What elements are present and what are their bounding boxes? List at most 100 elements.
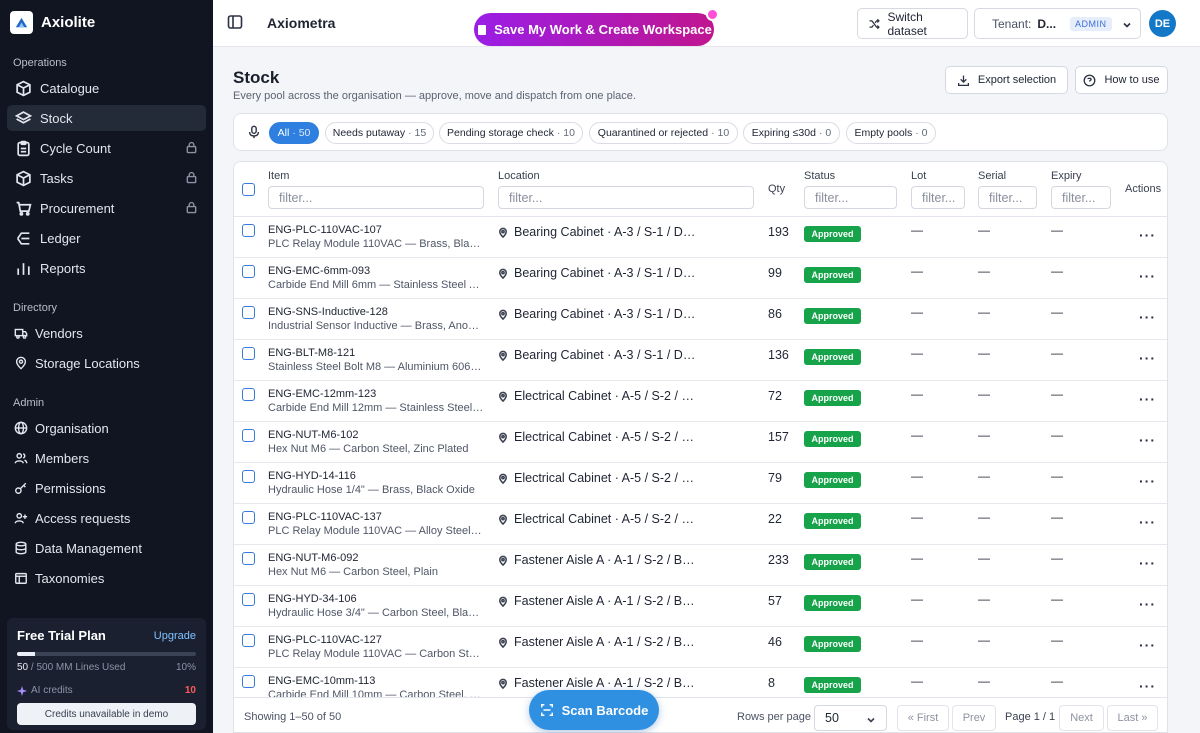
serial-filter-input[interactable]: filter... (978, 186, 1037, 209)
column-header-location[interactable]: Location (498, 170, 540, 182)
table-row[interactable]: ENG-NUT-M6-102 Hex Nut M6 — Carbon Steel,… (234, 422, 1167, 463)
more-actions-icon[interactable]: ··· (1139, 309, 1156, 325)
save-work-button[interactable]: Save My Work & Create Workspace (474, 13, 714, 46)
scan-barcode-button[interactable]: Scan Barcode (529, 690, 659, 730)
sidebar-item-procurement[interactable]: Procurement (7, 195, 206, 221)
sidebar-item-access-requests[interactable]: Access requests (7, 505, 206, 531)
sidebar-item-tasks[interactable]: Tasks (7, 165, 206, 191)
row-checkbox[interactable] (242, 347, 255, 360)
column-header-qty[interactable]: Qty (768, 183, 785, 195)
row-checkbox[interactable] (242, 265, 255, 278)
location-cell[interactable]: Fastener Aisle A · A-1 / S-2 / B-12 (498, 553, 698, 567)
table-row[interactable]: ENG-SNS-Inductive-128 Industrial Sensor I… (234, 299, 1167, 340)
sidebar-item-catalogue[interactable]: Catalogue (7, 75, 206, 101)
more-actions-icon[interactable]: ··· (1139, 350, 1156, 366)
item-sku[interactable]: ENG-SNS-Inductive-128 (268, 306, 388, 318)
row-checkbox[interactable] (242, 634, 255, 647)
filter-chip-empty-pools[interactable]: Empty pools · 0 (846, 122, 936, 144)
column-header-item[interactable]: Item (268, 170, 289, 182)
location-cell[interactable]: Electrical Cabinet · A-5 / S-2 / Bin (498, 471, 698, 485)
item-sku[interactable]: ENG-PLC-110VAC-107 (268, 224, 382, 236)
tenant-selector[interactable]: Tenant: D... ADMIN (974, 8, 1141, 39)
more-actions-icon[interactable]: ··· (1139, 227, 1156, 243)
location-filter-input[interactable]: filter... (498, 186, 754, 209)
more-actions-icon[interactable]: ··· (1139, 596, 1156, 612)
row-checkbox[interactable] (242, 306, 255, 319)
filter-chip-needs-putaway[interactable]: Needs putaway · 15 (325, 122, 434, 144)
first-page-button[interactable]: « First (897, 705, 949, 731)
item-sku[interactable]: ENG-HYD-14-116 (268, 470, 356, 482)
filter-chip-quarantined-or-rejected[interactable]: Quarantined or rejected · 10 (589, 122, 738, 144)
item-sku[interactable]: ENG-EMC-10mm-113 (268, 675, 375, 687)
sidebar-item-cycle-count[interactable]: Cycle Count (7, 135, 206, 161)
table-row[interactable]: ENG-HYD-14-116 Hydraulic Hose 1/4" — Bras… (234, 463, 1167, 504)
row-checkbox[interactable] (242, 675, 255, 688)
breadcrumb[interactable]: Axiometra (267, 15, 335, 31)
table-row[interactable]: ENG-BLT-M8-121 Stainless Steel Bolt M8 — … (234, 340, 1167, 381)
sidebar-item-stock[interactable]: Stock (7, 105, 206, 131)
item-sku[interactable]: ENG-PLC-110VAC-127 (268, 634, 382, 646)
table-row[interactable]: ENG-PLC-110VAC-137 PLC Relay Module 110VA… (234, 504, 1167, 545)
location-cell[interactable]: Bearing Cabinet · A-3 / S-1 / Drawer (498, 225, 698, 239)
credits-unavailable-button[interactable]: Credits unavailable in demo (17, 703, 196, 725)
item-sku[interactable]: ENG-NUT-M6-102 (268, 429, 358, 441)
location-cell[interactable]: Electrical Cabinet · A-5 / S-2 / Bin (498, 430, 698, 444)
item-filter-input[interactable]: filter... (268, 186, 484, 209)
more-actions-icon[interactable]: ··· (1139, 678, 1156, 694)
column-header-lot[interactable]: Lot (911, 170, 926, 182)
more-actions-icon[interactable]: ··· (1139, 514, 1156, 530)
item-sku[interactable]: ENG-EMC-6mm-093 (268, 265, 370, 277)
location-cell[interactable]: Fastener Aisle A · A-1 / S-2 / B-12 (498, 594, 698, 608)
sidebar-item-data-management[interactable]: Data Management (7, 535, 206, 561)
item-sku[interactable]: ENG-BLT-M8-121 (268, 347, 355, 359)
export-selection-button[interactable]: Export selection (945, 66, 1068, 94)
location-cell[interactable]: Fastener Aisle A · A-1 / S-2 / B-12 (498, 635, 698, 649)
more-actions-icon[interactable]: ··· (1139, 637, 1156, 653)
row-checkbox[interactable] (242, 429, 255, 442)
location-cell[interactable]: Bearing Cabinet · A-3 / S-1 / Drawer (498, 266, 698, 280)
sidebar-item-taxonomies[interactable]: Taxonomies (7, 565, 206, 591)
row-checkbox[interactable] (242, 593, 255, 606)
how-to-use-button[interactable]: How to use (1075, 66, 1168, 94)
table-row[interactable]: ENG-HYD-34-106 Hydraulic Hose 3/4" — Carb… (234, 586, 1167, 627)
item-sku[interactable]: ENG-HYD-34-106 (268, 593, 357, 605)
brand[interactable]: Axiolite (0, 0, 213, 44)
item-sku[interactable]: ENG-PLC-110VAC-137 (268, 511, 382, 523)
filter-chip-pending-storage-check[interactable]: Pending storage check · 10 (439, 122, 583, 144)
row-checkbox[interactable] (242, 511, 255, 524)
next-page-button[interactable]: Next (1059, 705, 1104, 731)
sidebar-item-reports[interactable]: Reports (7, 255, 206, 281)
row-checkbox[interactable] (242, 224, 255, 237)
location-cell[interactable]: Electrical Cabinet · A-5 / S-2 / Bin (498, 512, 698, 526)
sidebar-item-ledger[interactable]: Ledger (7, 225, 206, 251)
location-cell[interactable]: Fastener Aisle A · A-1 / S-2 / B-12 (498, 676, 698, 690)
table-row[interactable]: ENG-EMC-6mm-093 Carbide End Mill 6mm — St… (234, 258, 1167, 299)
expiry-filter-input[interactable]: filter... (1051, 186, 1111, 209)
sidebar-item-organisation[interactable]: Organisation (7, 415, 206, 441)
more-actions-icon[interactable]: ··· (1139, 432, 1156, 448)
column-header-serial[interactable]: Serial (978, 170, 1006, 182)
row-checkbox[interactable] (242, 470, 255, 483)
location-cell[interactable]: Electrical Cabinet · A-5 / S-2 / Bin (498, 389, 698, 403)
sidebar-item-permissions[interactable]: Permissions (7, 475, 206, 501)
row-checkbox[interactable] (242, 388, 255, 401)
column-header-expiry[interactable]: Expiry (1051, 170, 1082, 182)
last-page-button[interactable]: Last » (1107, 705, 1158, 731)
avatar[interactable]: DE (1149, 10, 1176, 37)
status-filter-input[interactable]: filter... (804, 186, 897, 209)
select-all-checkbox[interactable] (242, 183, 255, 196)
more-actions-icon[interactable]: ··· (1139, 473, 1156, 489)
location-cell[interactable]: Bearing Cabinet · A-3 / S-1 / Drawer (498, 348, 698, 362)
sidebar-item-members[interactable]: Members (7, 445, 206, 471)
item-sku[interactable]: ENG-NUT-M6-092 (268, 552, 358, 564)
filter-chip-expiring-30d[interactable]: Expiring ≤30d · 0 (743, 122, 840, 144)
filter-chip-all[interactable]: All · 50 (269, 122, 319, 144)
prev-page-button[interactable]: Prev (952, 705, 996, 731)
more-actions-icon[interactable]: ··· (1139, 555, 1156, 571)
column-header-status[interactable]: Status (804, 170, 835, 182)
sidebar-item-storage-locations[interactable]: Storage Locations (7, 350, 206, 376)
lot-filter-input[interactable]: filter... (911, 186, 965, 209)
table-row[interactable]: ENG-EMC-12mm-123 Carbide End Mill 12mm — … (234, 381, 1167, 422)
table-row[interactable]: ENG-PLC-110VAC-107 PLC Relay Module 110VA… (234, 217, 1167, 258)
more-actions-icon[interactable]: ··· (1139, 268, 1156, 284)
